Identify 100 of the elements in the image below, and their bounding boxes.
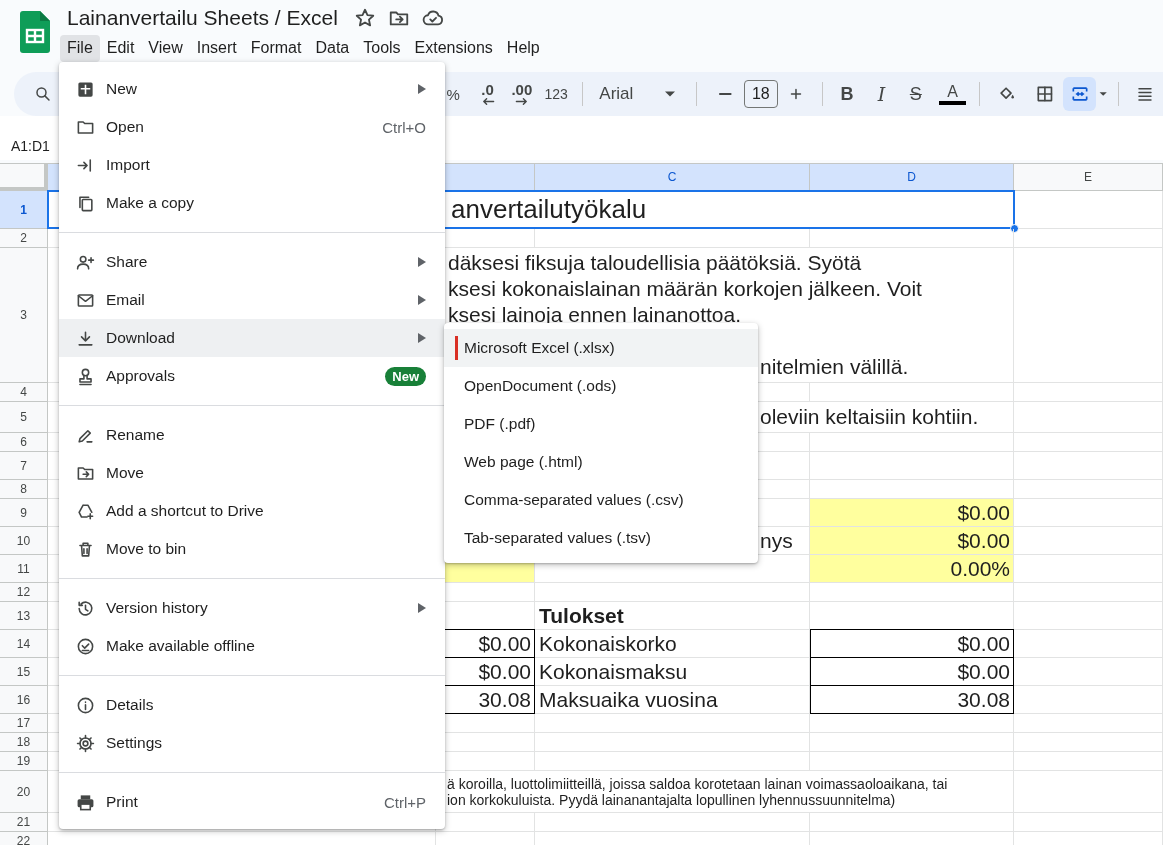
row-header[interactable]: 2	[0, 229, 48, 248]
result-cell[interactable]: 30.08	[810, 685, 1014, 714]
menu-item[interactable]: Rename	[59, 416, 445, 454]
menu-item[interactable]: Email	[59, 281, 445, 319]
submenu-arrow-icon	[418, 257, 426, 267]
row-header[interactable]: 17	[0, 714, 48, 733]
menu-bar-item[interactable]: Help	[499, 35, 547, 62]
number-format-button[interactable]: 123	[540, 86, 573, 102]
name-box[interactable]: A1:D1	[0, 138, 61, 160]
menu-bar-item[interactable]: Tools	[356, 35, 408, 62]
minus-icon	[719, 93, 732, 95]
row-header[interactable]: 20	[0, 771, 48, 813]
input-cell[interactable]: $0.00	[810, 499, 1014, 527]
row-header[interactable]: 22	[0, 832, 48, 845]
italic-button[interactable]: I	[865, 83, 898, 105]
cell-text: anvertailutyökalu	[451, 194, 647, 224]
table-cell: Kokonaiskorko	[535, 630, 810, 658]
cell-text: oleviin keltaisiin kohtiin.	[760, 405, 979, 428]
spreadsheet-logo	[20, 11, 50, 53]
triangle-plus-icon	[76, 501, 95, 521]
submenu-item[interactable]: PDF (.pdf)	[444, 405, 758, 443]
menu-item[interactable]: Move to bin	[59, 530, 445, 568]
menu-item[interactable]: Add a shortcut to Drive	[59, 492, 445, 530]
font-size-field[interactable]: 18	[743, 80, 779, 108]
menu-item[interactable]: Open Ctrl+O	[59, 108, 445, 146]
table-cell: Tulokset	[535, 602, 810, 630]
row-header[interactable]: 9	[0, 499, 48, 527]
submenu-arrow-icon	[418, 295, 426, 305]
submenu-arrow-icon	[418, 603, 426, 613]
menu-item[interactable]: Make a copy	[59, 184, 445, 222]
row-header[interactable]: 11	[0, 555, 48, 583]
menu-item[interactable]: Download	[59, 319, 445, 357]
search-icon	[34, 84, 52, 104]
strikethrough-button[interactable]: S	[899, 83, 932, 105]
new-badge: New	[385, 366, 426, 386]
star-icon	[353, 7, 376, 29]
cell-text: ksesi kokonaislainan määrän korkojen jälkeen. Voit	[448, 277, 922, 300]
trash-icon	[76, 539, 95, 559]
cell-text: däksesi fiksuja taloudellisia päätöksiä. Syötä	[448, 251, 862, 274]
row-header[interactable]: 3	[0, 248, 48, 383]
merge-cells-button[interactable]	[1063, 77, 1096, 111]
table-cell: Maksuaika vuosina	[535, 686, 810, 714]
submenu-item[interactable]: Web page (.html)	[444, 443, 758, 481]
row-header[interactable]: 16	[0, 686, 48, 714]
column-header[interactable]: D	[810, 164, 1014, 191]
submenu-arrow-icon	[418, 84, 426, 94]
font-dropdown[interactable]: Arial	[591, 84, 689, 104]
menu-item[interactable]: Version history	[59, 589, 445, 627]
row-header[interactable]: 19	[0, 752, 48, 771]
row-header[interactable]: 8	[0, 480, 48, 499]
cell-text: ksesi lainoja ennen lainanottoa.	[448, 303, 742, 326]
row-header[interactable]: 14	[0, 630, 48, 658]
stamp-icon	[76, 366, 95, 386]
menu-item[interactable]: Move	[59, 454, 445, 492]
cell-text: ä koroilla, luottolimiitteillä, joissa saldoa korotetaan lainan voimassaoloaikana, tai	[447, 776, 948, 792]
input-cell[interactable]: $0.00	[810, 527, 1014, 555]
menu-item[interactable]: Print Ctrl+P	[59, 783, 445, 821]
column-header[interactable]: C	[535, 164, 810, 191]
menu-bar-item[interactable]: Data	[308, 35, 357, 62]
menu-item[interactable]: Approvals New	[59, 357, 445, 395]
row-header[interactable]: 5	[0, 402, 48, 433]
menu-item[interactable]: New	[59, 70, 445, 108]
row-header[interactable]: 4	[0, 383, 48, 402]
arrow-left-icon	[480, 98, 495, 105]
row-header[interactable]: 10	[0, 527, 48, 555]
column-header[interactable]: E	[1014, 164, 1163, 191]
settings-icon	[76, 733, 95, 753]
row-header[interactable]: 18	[0, 733, 48, 752]
row-header[interactable]: 13	[0, 602, 48, 630]
selection-handle[interactable]	[1010, 224, 1019, 233]
menu-item[interactable]: Import	[59, 146, 445, 184]
shortcut-label: Ctrl+O	[382, 118, 426, 136]
bold-button[interactable]: B	[830, 83, 864, 105]
result-cell[interactable]: $0.00	[810, 657, 1014, 686]
row-header[interactable]: 6	[0, 433, 48, 452]
text-color-button[interactable]: A	[939, 83, 966, 105]
increase-decimal-button[interactable]: .00	[505, 83, 539, 105]
menu-item[interactable]: Settings	[59, 724, 445, 762]
menu-bar-item[interactable]: File	[60, 35, 100, 62]
result-cell[interactable]: $0.00	[810, 629, 1014, 658]
input-cell[interactable]: 0.00%	[810, 555, 1014, 583]
table-cell: Kokonaismaksu	[535, 658, 810, 686]
row-header[interactable]: 7	[0, 452, 48, 480]
grid-plus-icon	[76, 79, 95, 99]
menu-bar-item[interactable]: Format	[243, 35, 309, 62]
submenu-item[interactable]: OpenDocument (.ods)	[444, 367, 758, 405]
row-header[interactable]: 21	[0, 813, 48, 832]
document-title[interactable]: Lainanvertailu Sheets / Excel	[67, 6, 338, 30]
menu-bar-item[interactable]: Edit	[99, 35, 142, 62]
menu-bar-item[interactable]: Insert	[189, 35, 244, 62]
menu-bar-item[interactable]: View	[141, 35, 190, 62]
decrease-decimal-button[interactable]: .0	[471, 83, 504, 105]
submenu-arrow-icon	[418, 333, 426, 343]
menu-item[interactable]: Share	[59, 243, 445, 281]
row-header[interactable]: 15	[0, 658, 48, 686]
menu-bar-item[interactable]: Extensions	[407, 35, 500, 62]
submenu-item[interactable]: Microsoft Excel (.xlsx)	[444, 329, 758, 367]
submenu-item[interactable]: Comma-separated values (.csv)	[444, 481, 758, 519]
row-header[interactable]: 1	[0, 191, 48, 229]
row-header[interactable]: 12	[0, 583, 48, 602]
